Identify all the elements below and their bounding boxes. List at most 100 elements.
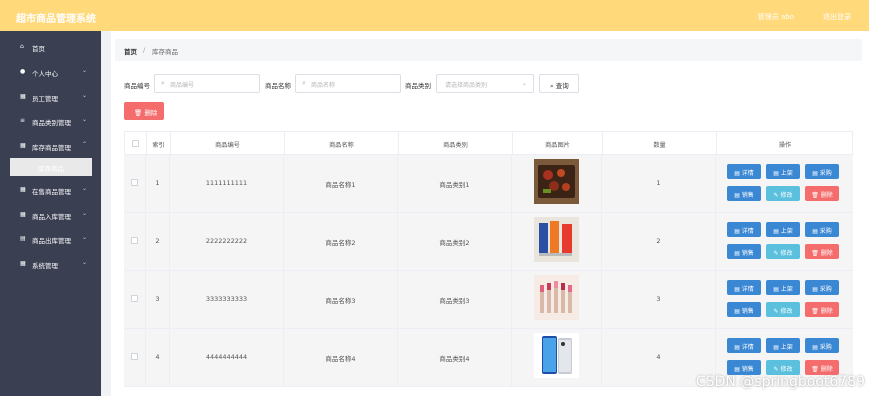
category-cell: 商品类别4 [398,329,512,386]
image-cell [512,213,602,270]
delete-button[interactable]: 🗑 删除 [805,360,839,375]
breadcrumb-current: 库存商品 [152,48,178,56]
detail-button[interactable]: ▤ 详情 [727,164,761,179]
edit-button[interactable]: ✎ 修改 [766,244,800,259]
sidebar-gutter [101,31,111,396]
query-button-label: ⌕ 查询 [550,82,569,90]
detail-button[interactable]: ▤ 详情 [727,280,761,295]
detail-button[interactable]: ▤ 详情 [727,338,761,353]
detail-button-label: ▤ 详情 [734,170,754,177]
sidebar-item-staff[interactable]: ▦ 员工管理 ⌄ [0,85,101,109]
category-cell: 商品类别3 [398,271,512,328]
edit-button-label: ✎ 修改 [773,192,793,199]
sidebar-item-label: 首页 [32,45,45,53]
sidebar-item-label: 员工管理 [32,95,58,103]
purchase-button[interactable]: ▤ 采购 [805,338,839,353]
shelf-button-label: ▤ 上架 [773,344,793,351]
chevron-down-icon: ⌄ [82,116,88,123]
index-value: 3 [155,295,160,303]
row-checkbox[interactable] [131,353,138,360]
product-image[interactable] [534,333,579,378]
delete-button-label: 🗑 删除 [811,192,833,199]
delete-button[interactable]: 🗑 删除 [805,244,839,259]
sidebar-item-home[interactable]: ⌂ 首页 [0,35,101,59]
delete-button-label: 🗑 删除 [811,250,833,257]
sell-button[interactable]: ▤ 销售 [727,360,761,375]
product-image[interactable] [534,275,579,320]
logout-link[interactable]: 退出登录 [823,12,851,22]
category-select[interactable]: 请选择商品类别 ⌄ [436,74,534,93]
detail-button-label: ▤ 详情 [734,286,754,293]
index-value: 2 [155,237,160,245]
purchase-button[interactable]: ▤ 采购 [805,164,839,179]
category-value: 商品类别1 [439,181,470,189]
index-cell: 2 [146,213,170,270]
edit-button[interactable]: ✎ 修改 [766,186,800,201]
query-button[interactable]: ⌕ 查询 [539,74,579,93]
product-image[interactable] [534,159,579,204]
chevron-down-icon: ⌄ [82,259,88,266]
header-quantity[interactable]: 数量 [603,132,717,154]
row-checkbox[interactable] [131,237,138,244]
row-select-cell [124,271,146,328]
name-filter-label: 商品名称 [265,82,291,90]
row-select-cell [124,213,146,270]
shelf-button[interactable]: ▤ 上架 [766,222,800,237]
edit-button-label: ✎ 修改 [773,366,793,373]
name-search-input[interactable]: ⌕ 商品名称 [295,74,401,93]
chevron-up-icon: ⌃ [82,141,88,148]
sell-button[interactable]: ▤ 销售 [727,244,761,259]
sidebar-subitem-stock-goods[interactable]: 库存商品 [10,158,92,176]
header-select-all-cell [125,132,147,154]
purchase-button[interactable]: ▤ 采购 [805,222,839,237]
select-all-checkbox[interactable] [132,140,139,147]
detail-button[interactable]: ▤ 详情 [727,222,761,237]
code-value: 2222222222 [205,237,248,245]
header-name[interactable]: 商品名称 [285,132,399,154]
sidebar-item-onsale[interactable]: ▦ 在售商品管理 ⌄ [0,178,101,202]
delete-button-label: 🗑 删除 [811,366,833,373]
sell-button[interactable]: ▤ 销售 [727,186,761,201]
code-search-input[interactable]: ⌕ 商品编号 [154,74,260,93]
batch-delete-button[interactable]: 🗑 删除 [124,102,164,120]
edit-button[interactable]: ✎ 修改 [766,360,800,375]
sidebar-item-profile[interactable]: ● 个人中心 ⌄ [0,60,101,84]
sidebar-item-label: 商品类别管理 [32,119,71,127]
quantity-cell: 1 [602,155,716,212]
row-checkbox[interactable] [131,179,138,186]
code-cell: 3333333333 [170,271,284,328]
purchase-button[interactable]: ▤ 采购 [805,280,839,295]
breadcrumb-home[interactable]: 首页 [124,46,137,56]
chevron-down-icon: ⌄ [82,185,88,192]
actions-cell: ▤ 详情 ▤ 上架 ▤ 采购 ▤ 销售 ✎ 修改 🗑 删除 [716,213,852,270]
grid-icon: ▦ [20,260,26,267]
chevron-down-icon: ⌄ [82,234,88,241]
category-cell: 商品类别1 [398,155,512,212]
sidebar-item-stock[interactable]: ▦ 库存商品管理 ⌃ [0,134,101,158]
sidebar: ⌂ 首页 ● 个人中心 ⌄ ▦ 员工管理 ⌄ ≡ 商品类别管理 ⌄ ▦ 库存商品… [0,31,101,396]
name-cell: 商品名称3 [284,271,398,328]
shelf-button[interactable]: ▤ 上架 [766,338,800,353]
header-category[interactable]: 商品类别 [399,132,513,154]
row-checkbox[interactable] [131,295,138,302]
delete-button[interactable]: 🗑 删除 [805,186,839,201]
image-cell [512,329,602,386]
index-cell: 1 [146,155,170,212]
delete-button[interactable]: 🗑 删除 [805,302,839,317]
sidebar-item-system[interactable]: ▦ 系统管理 ⌄ [0,252,101,276]
chevron-down-icon: ⌄ [82,92,88,99]
row-select-cell [124,329,146,386]
table-row: 1 1111111111 商品名称1 商品类别1 1 ▤ 详情 ▤ 上架 ▤ 采购 ▤ 销售 ✎ … [124,155,853,213]
shelf-button[interactable]: ▤ 上架 [766,280,800,295]
sidebar-item-category[interactable]: ≡ 商品类别管理 ⌄ [0,109,101,133]
name-value: 商品名称2 [325,239,356,247]
header-image[interactable]: 商品图片 [513,132,603,154]
sell-button[interactable]: ▤ 销售 [727,302,761,317]
product-image[interactable] [534,217,579,262]
shelf-button[interactable]: ▤ 上架 [766,164,800,179]
sidebar-item-label: 库存商品管理 [32,144,71,152]
sidebar-item-inbound[interactable]: ▦ 商品入库管理 ⌄ [0,203,101,227]
header-code[interactable]: 商品编号 [171,132,285,154]
sidebar-item-outbound[interactable]: ▤ 商品出库管理 ⌄ [0,227,101,251]
edit-button[interactable]: ✎ 修改 [766,302,800,317]
